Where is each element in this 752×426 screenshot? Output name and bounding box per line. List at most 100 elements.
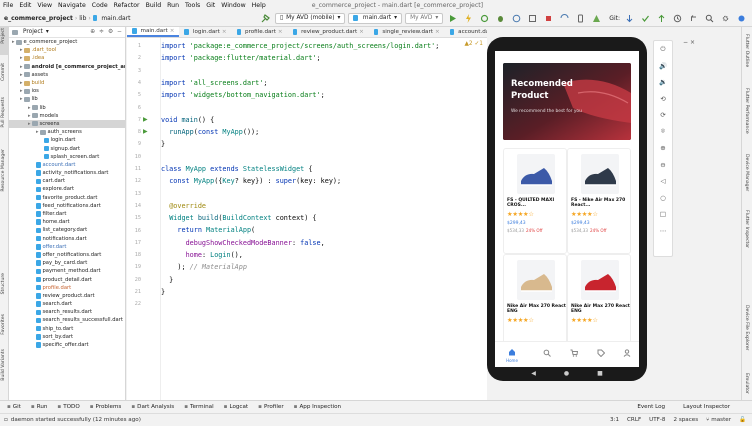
home-circle-icon[interactable]: ● [564, 370, 569, 377]
menu-refactor[interactable]: Refactor [114, 2, 140, 9]
chevron-right-icon[interactable]: ▸ [28, 121, 31, 127]
attach-debugger-icon[interactable] [528, 14, 537, 23]
menu-tools[interactable]: Tools [185, 2, 200, 9]
stop-icon[interactable] [544, 14, 553, 23]
run-gutter-icon[interactable]: ▶ [143, 128, 148, 135]
flutter-outline-tool-tab[interactable]: Flutter Outline [744, 34, 749, 67]
tree-item[interactable]: ▸ e_commerce_project [9, 38, 125, 46]
structure-tool-tab[interactable]: Structure [1, 273, 6, 294]
nav-cart[interactable] [570, 349, 579, 359]
tree-item[interactable]: search_results.dart [9, 308, 125, 316]
tree-item[interactable]: ▸ android [e_commerce_project_android] [9, 63, 125, 71]
more-button[interactable]: ⋯ [654, 223, 672, 240]
close-icon[interactable]: × [435, 29, 440, 35]
tool-window-terminal[interactable]: ▪ Terminal [184, 404, 213, 410]
chevron-right-icon[interactable]: ▸ [20, 55, 23, 61]
status-message[interactable]: daemon started successfully (12 minutes … [11, 417, 141, 423]
menu-run[interactable]: Run [167, 2, 179, 9]
device-manager-tool-tab[interactable]: Device Manager [744, 154, 749, 191]
avd-select[interactable]: My AVD ▾ [405, 12, 444, 24]
tree-item[interactable]: ▸ .idea [9, 54, 125, 62]
device-file-explorer-tool-tab[interactable]: Device File Explorer [744, 305, 749, 350]
tool-window-layout-inspector[interactable]: Layout Inspector [683, 404, 730, 410]
flutter-inspector-tool-tab[interactable]: Flutter Inspector [744, 210, 749, 248]
tree-item[interactable]: explore.dart [9, 185, 125, 193]
tree-item[interactable]: payment_method.dart [9, 267, 125, 275]
run-config-select[interactable]: main.dart ▾ [348, 12, 403, 24]
overview-button[interactable]: □ [654, 206, 672, 223]
tree-item[interactable]: product_detail.dart [9, 275, 125, 283]
tree-item[interactable]: ▸ screens [9, 119, 125, 129]
device-manager-icon[interactable] [576, 14, 585, 23]
menu-window[interactable]: Window [221, 2, 245, 9]
device-select[interactable]: ▯ My AVD (mobile) ▾ [274, 12, 346, 24]
hot-restart-icon[interactable] [480, 14, 489, 23]
settings-icon[interactable] [721, 14, 730, 23]
tree-item[interactable]: ▸ lib [9, 104, 125, 112]
git-branch[interactable]: ⑂ master [706, 417, 731, 423]
menu-git[interactable]: Git [206, 2, 215, 9]
zoom-out-button[interactable]: ⊖ [654, 157, 672, 174]
tree-item[interactable]: signup.dart [9, 144, 125, 152]
close-icon[interactable]: × [359, 29, 364, 35]
chevron-right-icon[interactable]: ▸ [20, 96, 23, 102]
project-view-select[interactable]: Project [23, 29, 43, 35]
tab-profile[interactable]: profile.dart × [232, 27, 288, 37]
sdk-manager-icon[interactable] [592, 14, 601, 23]
tool-window-run[interactable]: ▪ Run [31, 404, 48, 410]
tool-window-todo[interactable]: ▪ TODO [57, 404, 79, 410]
tree-item[interactable]: review_product.dart [9, 292, 125, 300]
pull-requests-tool-tab[interactable]: Pull Requests [1, 97, 6, 128]
back-triangle-icon[interactable]: ◀ [531, 370, 536, 377]
tree-item[interactable]: ▸ .dart_tool [9, 46, 125, 54]
volume-down-button[interactable]: 🔉 [654, 74, 672, 91]
nav-offer[interactable] [597, 349, 606, 359]
code-area[interactable]: import 'package:e_commerce_project/scree… [161, 40, 487, 311]
close-icon[interactable]: × [278, 29, 283, 35]
run-icon[interactable] [448, 14, 457, 23]
recents-square-icon[interactable]: ■ [597, 370, 603, 377]
nav-home[interactable]: Home [503, 348, 521, 363]
indent-setting[interactable]: 2 spaces [673, 417, 698, 423]
tree-item[interactable]: search.dart [9, 300, 125, 308]
build-variants-tool-tab[interactable]: Build Variants [1, 349, 6, 381]
tree-item[interactable]: activity_notifications.dart [9, 169, 125, 177]
close-icon[interactable]: × [222, 29, 227, 35]
tree-item[interactable]: offer.dart [9, 243, 125, 251]
tree-item[interactable]: favorite_product.dart [9, 194, 125, 202]
volume-up-button[interactable]: 🔊 [654, 58, 672, 75]
close-icon[interactable]: × [170, 28, 175, 34]
breadcrumb-file[interactable]: main.dart [101, 15, 130, 22]
favorites-tool-tab[interactable]: Favorites [1, 314, 6, 335]
tree-item[interactable]: profile.dart [9, 284, 125, 292]
history-icon[interactable] [673, 14, 682, 23]
collapse-icon[interactable]: ≑ [99, 29, 104, 35]
tree-item[interactable]: home.dart [9, 218, 125, 226]
chevron-right-icon[interactable]: ▸ [20, 88, 23, 94]
rotate-left-button[interactable]: ⟲ [654, 91, 672, 108]
tree-item[interactable]: ▸ build [9, 79, 125, 87]
menu-view[interactable]: View [37, 2, 52, 9]
tree-item[interactable]: ▸ models [9, 112, 125, 120]
chevron-right-icon[interactable]: ▸ [36, 129, 39, 135]
phone-screen[interactable]: Recomended Product We recommend the best… [495, 51, 639, 367]
nav-account[interactable] [623, 349, 631, 359]
menu-build[interactable]: Build [146, 2, 162, 9]
tree-item[interactable]: account.dart [9, 161, 125, 169]
tree-item[interactable]: cart.dart [9, 177, 125, 185]
rotate-right-button[interactable]: ⟳ [654, 107, 672, 124]
home-circle-button[interactable]: ○ [654, 190, 672, 207]
chevron-down-icon[interactable]: ▾ [46, 29, 49, 35]
camera-button[interactable]: ⌾ [654, 124, 672, 141]
lock-icon[interactable]: 🔓 [739, 417, 746, 423]
power-button[interactable]: ⏻ [654, 41, 672, 58]
breadcrumb-project[interactable]: e_commerce_project [4, 15, 73, 22]
commit-tool-tab[interactable]: Commit [1, 63, 6, 81]
tree-item[interactable]: splash_screen.dart [9, 153, 125, 161]
recommended-banner[interactable]: Recomended Product We recommend the best… [503, 63, 631, 140]
menu-code[interactable]: Code [92, 2, 108, 9]
search-everywhere-icon[interactable] [705, 14, 714, 23]
menu-navigate[interactable]: Navigate [58, 2, 86, 9]
tree-item[interactable]: ship_to.dart [9, 325, 125, 333]
tree-item[interactable]: ▸ auth_screens [9, 128, 125, 136]
